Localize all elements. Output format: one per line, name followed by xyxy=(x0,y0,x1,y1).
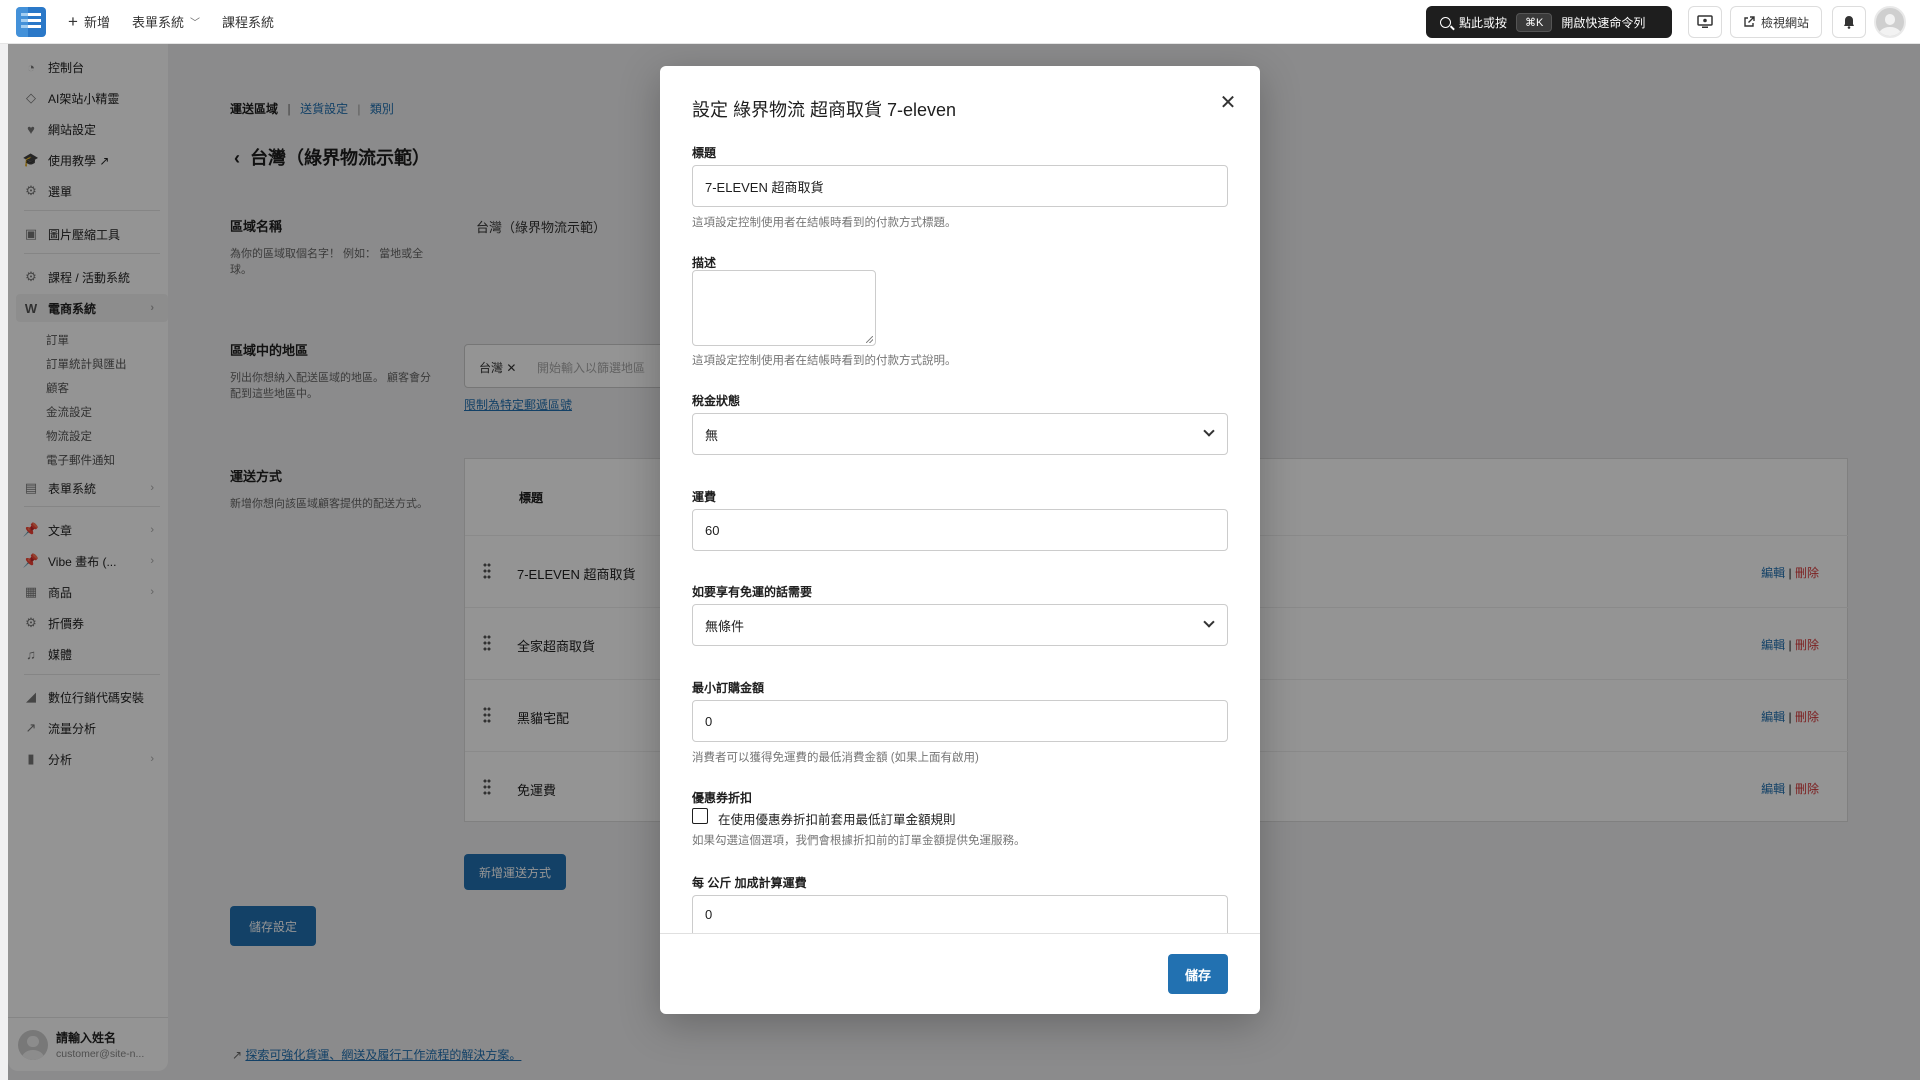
bell-icon xyxy=(1844,16,1854,29)
new-menu[interactable]: + 新增 xyxy=(68,12,110,31)
plus-icon: + xyxy=(68,12,78,31)
courses-menu[interactable]: 課程系統 xyxy=(222,12,274,31)
shipping-method-modal: 設定 綠界物流 超商取貨 7-eleven ✕ 標題 7-ELEVEN 超商取貨… xyxy=(660,66,1260,1014)
free-shipping-select[interactable]: 無條件 xyxy=(692,604,1228,646)
per-kg-input[interactable]: 0 xyxy=(692,895,1228,933)
preview-button[interactable] xyxy=(1688,6,1722,38)
coupon-checkbox-label[interactable]: 在使用優惠券折扣前套用最低訂單金額規則 xyxy=(718,809,956,828)
notifications-button[interactable] xyxy=(1832,6,1866,38)
free-shipping-value: 無條件 xyxy=(705,618,745,634)
title-input-value: 7-ELEVEN 超商取貨 xyxy=(705,179,824,195)
per-kg-value: 0 xyxy=(705,907,713,922)
description-label: 描述 xyxy=(692,256,717,270)
coupon-label: 優惠券折扣 xyxy=(692,791,753,805)
shipping-fee-input[interactable]: 60 xyxy=(692,509,1228,551)
shipping-fee-label: 運費 xyxy=(692,490,717,504)
tax-status-value: 無 xyxy=(705,427,719,443)
forms-label: 表單系統 xyxy=(131,15,184,30)
title-input[interactable]: 7-ELEVEN 超商取貨 xyxy=(692,165,1228,207)
save-button[interactable]: 儲存 xyxy=(1168,954,1228,994)
chevron-down-icon: ﹀ xyxy=(189,18,200,29)
top-bar: + 新增 表單系統 ﹀ 課程系統 點此或按 ⌘K 開啟快速命令列 檢視網站 xyxy=(0,0,1920,44)
close-icon[interactable]: ✕ xyxy=(1214,88,1242,116)
min-amount-input[interactable]: 0 xyxy=(692,700,1228,742)
command-left-text: 點此或按 xyxy=(1459,15,1508,30)
coupon-help: 如果勾選這個選項，我們會根據折扣前的訂單金額提供免運服務。 xyxy=(692,835,1026,847)
command-palette-button[interactable]: 點此或按 ⌘K 開啟快速命令列 xyxy=(1426,6,1672,38)
tax-status-label: 稅金狀態 xyxy=(692,394,741,408)
view-site-label: 檢視網站 xyxy=(1760,15,1809,30)
user-avatar[interactable] xyxy=(1874,6,1906,38)
modal-footer-divider xyxy=(660,933,1260,934)
chevron-down-icon xyxy=(1203,425,1215,437)
coupon-checkbox[interactable] xyxy=(692,808,708,824)
title-label: 標題 xyxy=(692,146,717,160)
shipping-fee-value: 60 xyxy=(705,522,720,538)
monitor-icon xyxy=(1697,15,1713,28)
min-amount-label: 最小訂購金額 xyxy=(692,681,765,695)
chevron-down-icon xyxy=(1203,616,1215,628)
title-help: 這項設定控制使用者在結帳時看到的付款方式標題。 xyxy=(692,217,957,229)
description-textarea[interactable] xyxy=(692,270,876,346)
courses-label: 課程系統 xyxy=(221,15,274,30)
search-icon xyxy=(1440,16,1451,28)
modal-title: 設定 綠界物流 超商取貨 7-eleven xyxy=(692,100,957,120)
shortcut-kbd: ⌘K xyxy=(1516,12,1553,32)
tax-status-select[interactable]: 無 xyxy=(692,413,1228,455)
new-label: 新增 xyxy=(83,15,110,30)
forms-menu[interactable]: 表單系統 ﹀ xyxy=(132,12,200,31)
min-amount-value: 0 xyxy=(705,713,713,729)
command-right-text: 開啟快速命令列 xyxy=(1561,15,1646,30)
description-help: 這項設定控制使用者在結帳時看到的付款方式說明。 xyxy=(692,355,957,367)
view-site-button[interactable]: 檢視網站 xyxy=(1730,6,1822,38)
per-kg-label: 每 公斤 加成計算運費 xyxy=(692,876,807,890)
site-logo[interactable] xyxy=(16,6,46,37)
external-link-icon xyxy=(1744,16,1755,27)
min-amount-help: 消費者可以獲得免運費的最低消費金額 (如果上面有啟用) xyxy=(692,752,979,764)
free-shipping-label: 如要享有免運的話需要 xyxy=(692,585,813,599)
